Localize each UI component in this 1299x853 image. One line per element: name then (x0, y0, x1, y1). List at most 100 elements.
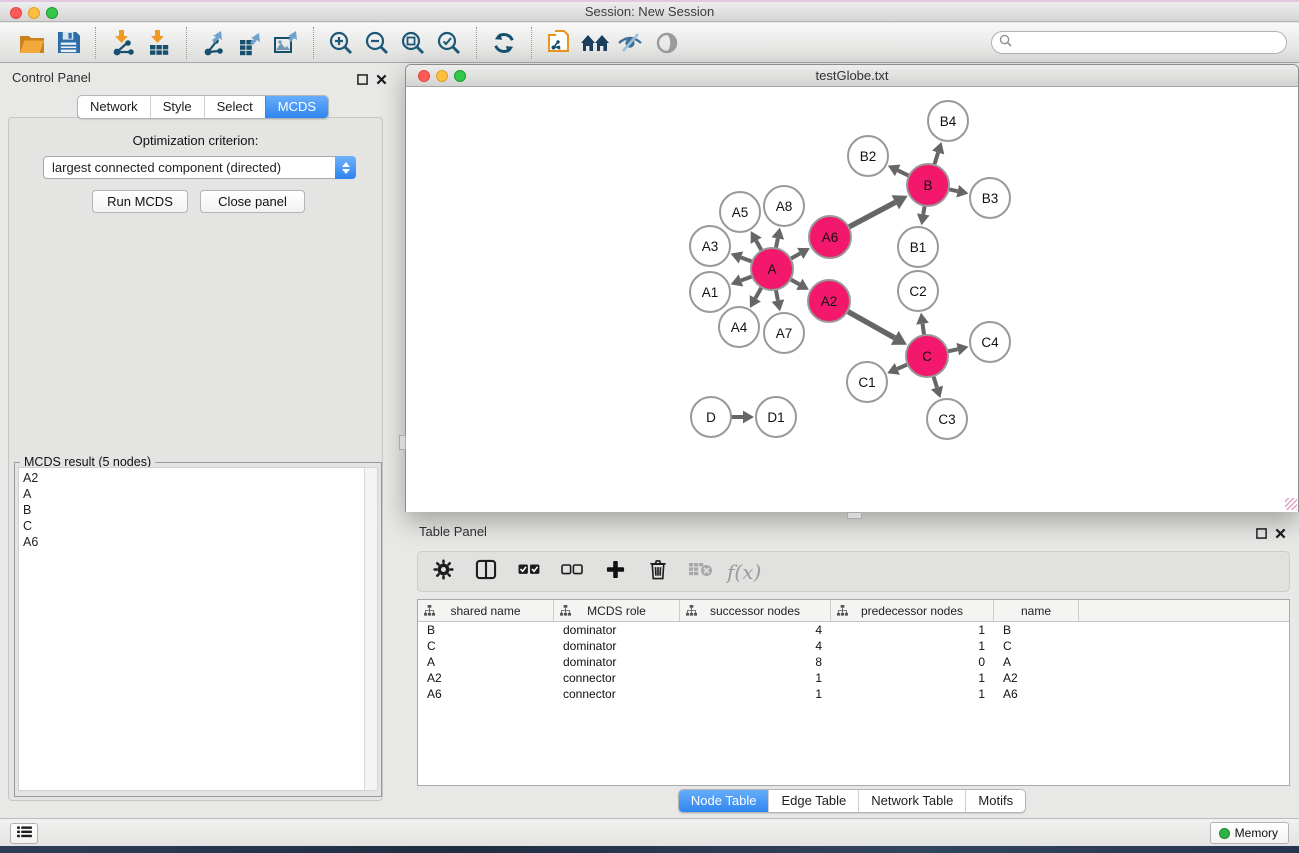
edge-A-A4[interactable] (755, 286, 762, 298)
graph-node-C2[interactable]: C2 (898, 271, 938, 311)
table-row[interactable]: Adominator80A (418, 654, 1289, 670)
task-history-button[interactable] (10, 823, 38, 844)
graph-node-B[interactable]: B (907, 164, 949, 206)
edge-A2-C[interactable] (846, 311, 894, 338)
tab-edge-table[interactable]: Edge Table (768, 790, 858, 812)
graph-node-A3[interactable]: A3 (690, 226, 730, 266)
cell-name[interactable]: B (994, 623, 1079, 637)
edge-B-B4[interactable] (934, 152, 938, 165)
float-panel-icon[interactable] (357, 72, 368, 90)
zoom-out-button[interactable] (359, 27, 395, 59)
mcds-list-scrollbar[interactable] (364, 467, 378, 791)
zoom-selected-button[interactable] (431, 27, 467, 59)
close-panel-button[interactable]: Close panel (200, 190, 305, 213)
run-mcds-button[interactable]: Run MCDS (92, 190, 188, 213)
graph-node-A2[interactable]: A2 (808, 280, 850, 322)
select-all-button[interactable] (516, 559, 542, 585)
splitter-handle-vertical[interactable] (399, 435, 406, 450)
minimize-window-button[interactable] (28, 7, 40, 19)
cell-predecessor-nodes[interactable]: 1 (831, 639, 994, 653)
mcds-result-item[interactable]: C (23, 518, 365, 534)
cell-shared-name[interactable]: A6 (418, 687, 554, 701)
table-row[interactable]: A6connector11A6 (418, 686, 1289, 702)
delete-rows-button[interactable] (645, 559, 671, 585)
network-window-titlebar[interactable]: testGlobe.txt (406, 65, 1298, 87)
cell-name[interactable]: A6 (994, 687, 1079, 701)
column-header-shared-name[interactable]: shared name (418, 600, 554, 621)
float-panel-icon[interactable] (1256, 526, 1267, 544)
import-network-button[interactable] (105, 27, 141, 59)
graph-node-A4[interactable]: A4 (719, 307, 759, 347)
cell-predecessor-nodes[interactable]: 0 (831, 655, 994, 669)
cell-MCDS-role[interactable]: connector (554, 687, 680, 701)
open-session-button[interactable] (14, 27, 50, 59)
mcds-result-item[interactable]: B (23, 502, 365, 518)
cell-successor-nodes[interactable]: 1 (680, 687, 831, 701)
mcds-result-item[interactable]: A2 (23, 470, 365, 486)
column-header-name[interactable]: name (994, 600, 1079, 621)
zoom-fit-button[interactable] (395, 27, 431, 59)
network-close-button[interactable] (418, 70, 430, 82)
cell-name[interactable]: A (994, 655, 1079, 669)
graph-node-C4[interactable]: C4 (970, 322, 1010, 362)
search-field[interactable] (991, 31, 1287, 54)
cell-successor-nodes[interactable]: 1 (680, 671, 831, 685)
cell-successor-nodes[interactable]: 4 (680, 639, 831, 653)
cell-MCDS-role[interactable]: dominator (554, 639, 680, 653)
import-table-button[interactable] (141, 27, 177, 59)
graph-node-C1[interactable]: C1 (847, 362, 887, 402)
tab-style[interactable]: Style (150, 96, 204, 118)
split-columns-button[interactable] (473, 559, 499, 585)
edge-A6-B[interactable] (848, 202, 896, 227)
close-panel-icon[interactable] (376, 72, 387, 90)
function-builder-button[interactable]: f(x) (727, 560, 761, 584)
column-header-predecessor-nodes[interactable]: predecessor nodes (831, 600, 994, 621)
export-network-button[interactable] (196, 27, 232, 59)
delete-table-button[interactable] (688, 559, 714, 585)
network-zoom-button[interactable] (454, 70, 466, 82)
cell-MCDS-role[interactable]: dominator (554, 623, 680, 637)
splitter-handle-horizontal[interactable] (847, 512, 862, 519)
graph-node-B4[interactable]: B4 (928, 101, 968, 141)
tab-motifs[interactable]: Motifs (965, 790, 1025, 812)
cell-predecessor-nodes[interactable]: 1 (831, 687, 994, 701)
tab-network[interactable]: Network (78, 96, 150, 118)
graph-node-A8[interactable]: A8 (764, 186, 804, 226)
graph-node-C3[interactable]: C3 (927, 399, 967, 439)
table-row[interactable]: Cdominator41C (418, 638, 1289, 654)
graph-node-A[interactable]: A (751, 248, 793, 290)
graph-node-B3[interactable]: B3 (970, 178, 1010, 218)
network-graph[interactable]: B4B2BB3A8A5A6A3B1AC2A1A2A4A7C4CC1DD1C3 (406, 87, 1298, 512)
tab-select[interactable]: Select (204, 96, 265, 118)
graph-node-A5[interactable]: A5 (720, 192, 760, 232)
hide-panel-button[interactable] (613, 27, 649, 59)
deselect-all-button[interactable] (559, 559, 585, 585)
home-button[interactable] (577, 27, 613, 59)
window-resize-grip[interactable] (1285, 498, 1297, 510)
network-canvas[interactable]: B4B2BB3A8A5A6A3B1AC2A1A2A4A7C4CC1DD1C3 (406, 87, 1298, 512)
add-row-button[interactable] (602, 559, 628, 585)
close-window-button[interactable] (10, 7, 22, 19)
cell-predecessor-nodes[interactable]: 1 (831, 623, 994, 637)
cell-shared-name[interactable]: A (418, 655, 554, 669)
column-header-MCDS-role[interactable]: MCDS role (554, 600, 680, 621)
cell-predecessor-nodes[interactable]: 1 (831, 671, 994, 685)
network-minimize-button[interactable] (436, 70, 448, 82)
cell-shared-name[interactable]: A2 (418, 671, 554, 685)
memory-button[interactable]: Memory (1210, 822, 1289, 844)
search-input[interactable] (1016, 36, 1266, 50)
cell-shared-name[interactable]: B (418, 623, 554, 637)
cell-MCDS-role[interactable]: connector (554, 671, 680, 685)
tab-network-table[interactable]: Network Table (858, 790, 965, 812)
cell-name[interactable]: A2 (994, 671, 1079, 685)
table-settings-button[interactable] (430, 559, 456, 585)
export-image-button[interactable] (268, 27, 304, 59)
refresh-button[interactable] (486, 27, 522, 59)
column-header-successor-nodes[interactable]: successor nodes (680, 600, 831, 621)
graph-node-A1[interactable]: A1 (690, 272, 730, 312)
graph-node-A6[interactable]: A6 (809, 216, 851, 258)
clone-network-button[interactable] (541, 27, 577, 59)
graph-node-C[interactable]: C (906, 335, 948, 377)
cell-shared-name[interactable]: C (418, 639, 554, 653)
save-session-button[interactable] (50, 27, 86, 59)
